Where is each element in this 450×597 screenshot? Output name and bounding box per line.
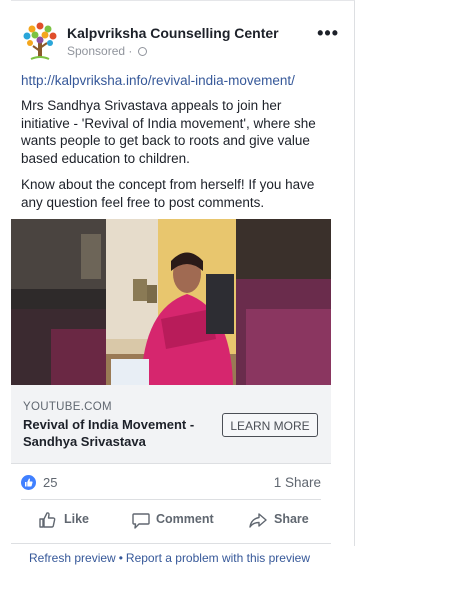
learn-more-button[interactable]: LEARN MORE [222, 413, 318, 437]
link-preview[interactable]: YOUTUBE.COM Revival of India Movement - … [11, 385, 331, 464]
globe-icon [137, 47, 147, 56]
sponsored-label: Sponsored · [67, 44, 147, 58]
post-paragraph-2: Know about the concept from herself! If … [21, 177, 315, 210]
card-bottom-border [11, 543, 331, 544]
post-header: Kalpvriksha Counselling Center Sponsored… [21, 19, 341, 63]
report-problem-link[interactable]: Report a problem with this preview [126, 551, 310, 565]
preview-footer: Refresh preview • Report a problem with th… [29, 551, 310, 565]
share-icon [249, 513, 267, 528]
sponsored-post-card: Kalpvriksha Counselling Center Sponsored… [11, 0, 355, 546]
share-button[interactable]: Share [248, 508, 323, 532]
sponsored-separator: · [128, 44, 133, 58]
page-logo[interactable] [21, 21, 59, 61]
comment-icon [132, 513, 150, 529]
video-thumbnail[interactable] [11, 219, 331, 385]
ellipsis-icon[interactable]: ••• [317, 23, 339, 44]
video-frame-image [11, 219, 331, 385]
post-actions: Like Comment Share [11, 508, 331, 534]
like-reaction-icon[interactable] [21, 475, 36, 490]
like-label: Like [64, 512, 90, 526]
preview-title[interactable]: Revival of India Movement - Sandhya Sriv… [23, 416, 223, 450]
comment-button[interactable]: Comment [131, 508, 226, 532]
sponsored-text[interactable]: Sponsored [67, 44, 125, 58]
post-paragraph-1: Mrs Sandhya Srivastava appeals to join h… [21, 98, 316, 166]
likes-count[interactable]: 25 [43, 475, 57, 490]
post-link[interactable]: http://kalpvriksha.info/revival-india-mo… [21, 73, 295, 88]
like-button[interactable]: Like [38, 508, 108, 532]
preview-source: YOUTUBE.COM [23, 401, 112, 413]
reactions-bar: 25 1 Share [11, 473, 331, 493]
shares-count[interactable]: 1 Share [274, 475, 321, 490]
thumbs-up-icon [39, 512, 56, 528]
actions-divider [21, 499, 321, 500]
page-name[interactable]: Kalpvriksha Counselling Center [67, 25, 279, 41]
footer-separator: • [118, 551, 123, 565]
comment-label: Comment [156, 512, 214, 526]
refresh-preview-link[interactable]: Refresh preview [29, 551, 116, 565]
share-label: Share [274, 512, 309, 526]
